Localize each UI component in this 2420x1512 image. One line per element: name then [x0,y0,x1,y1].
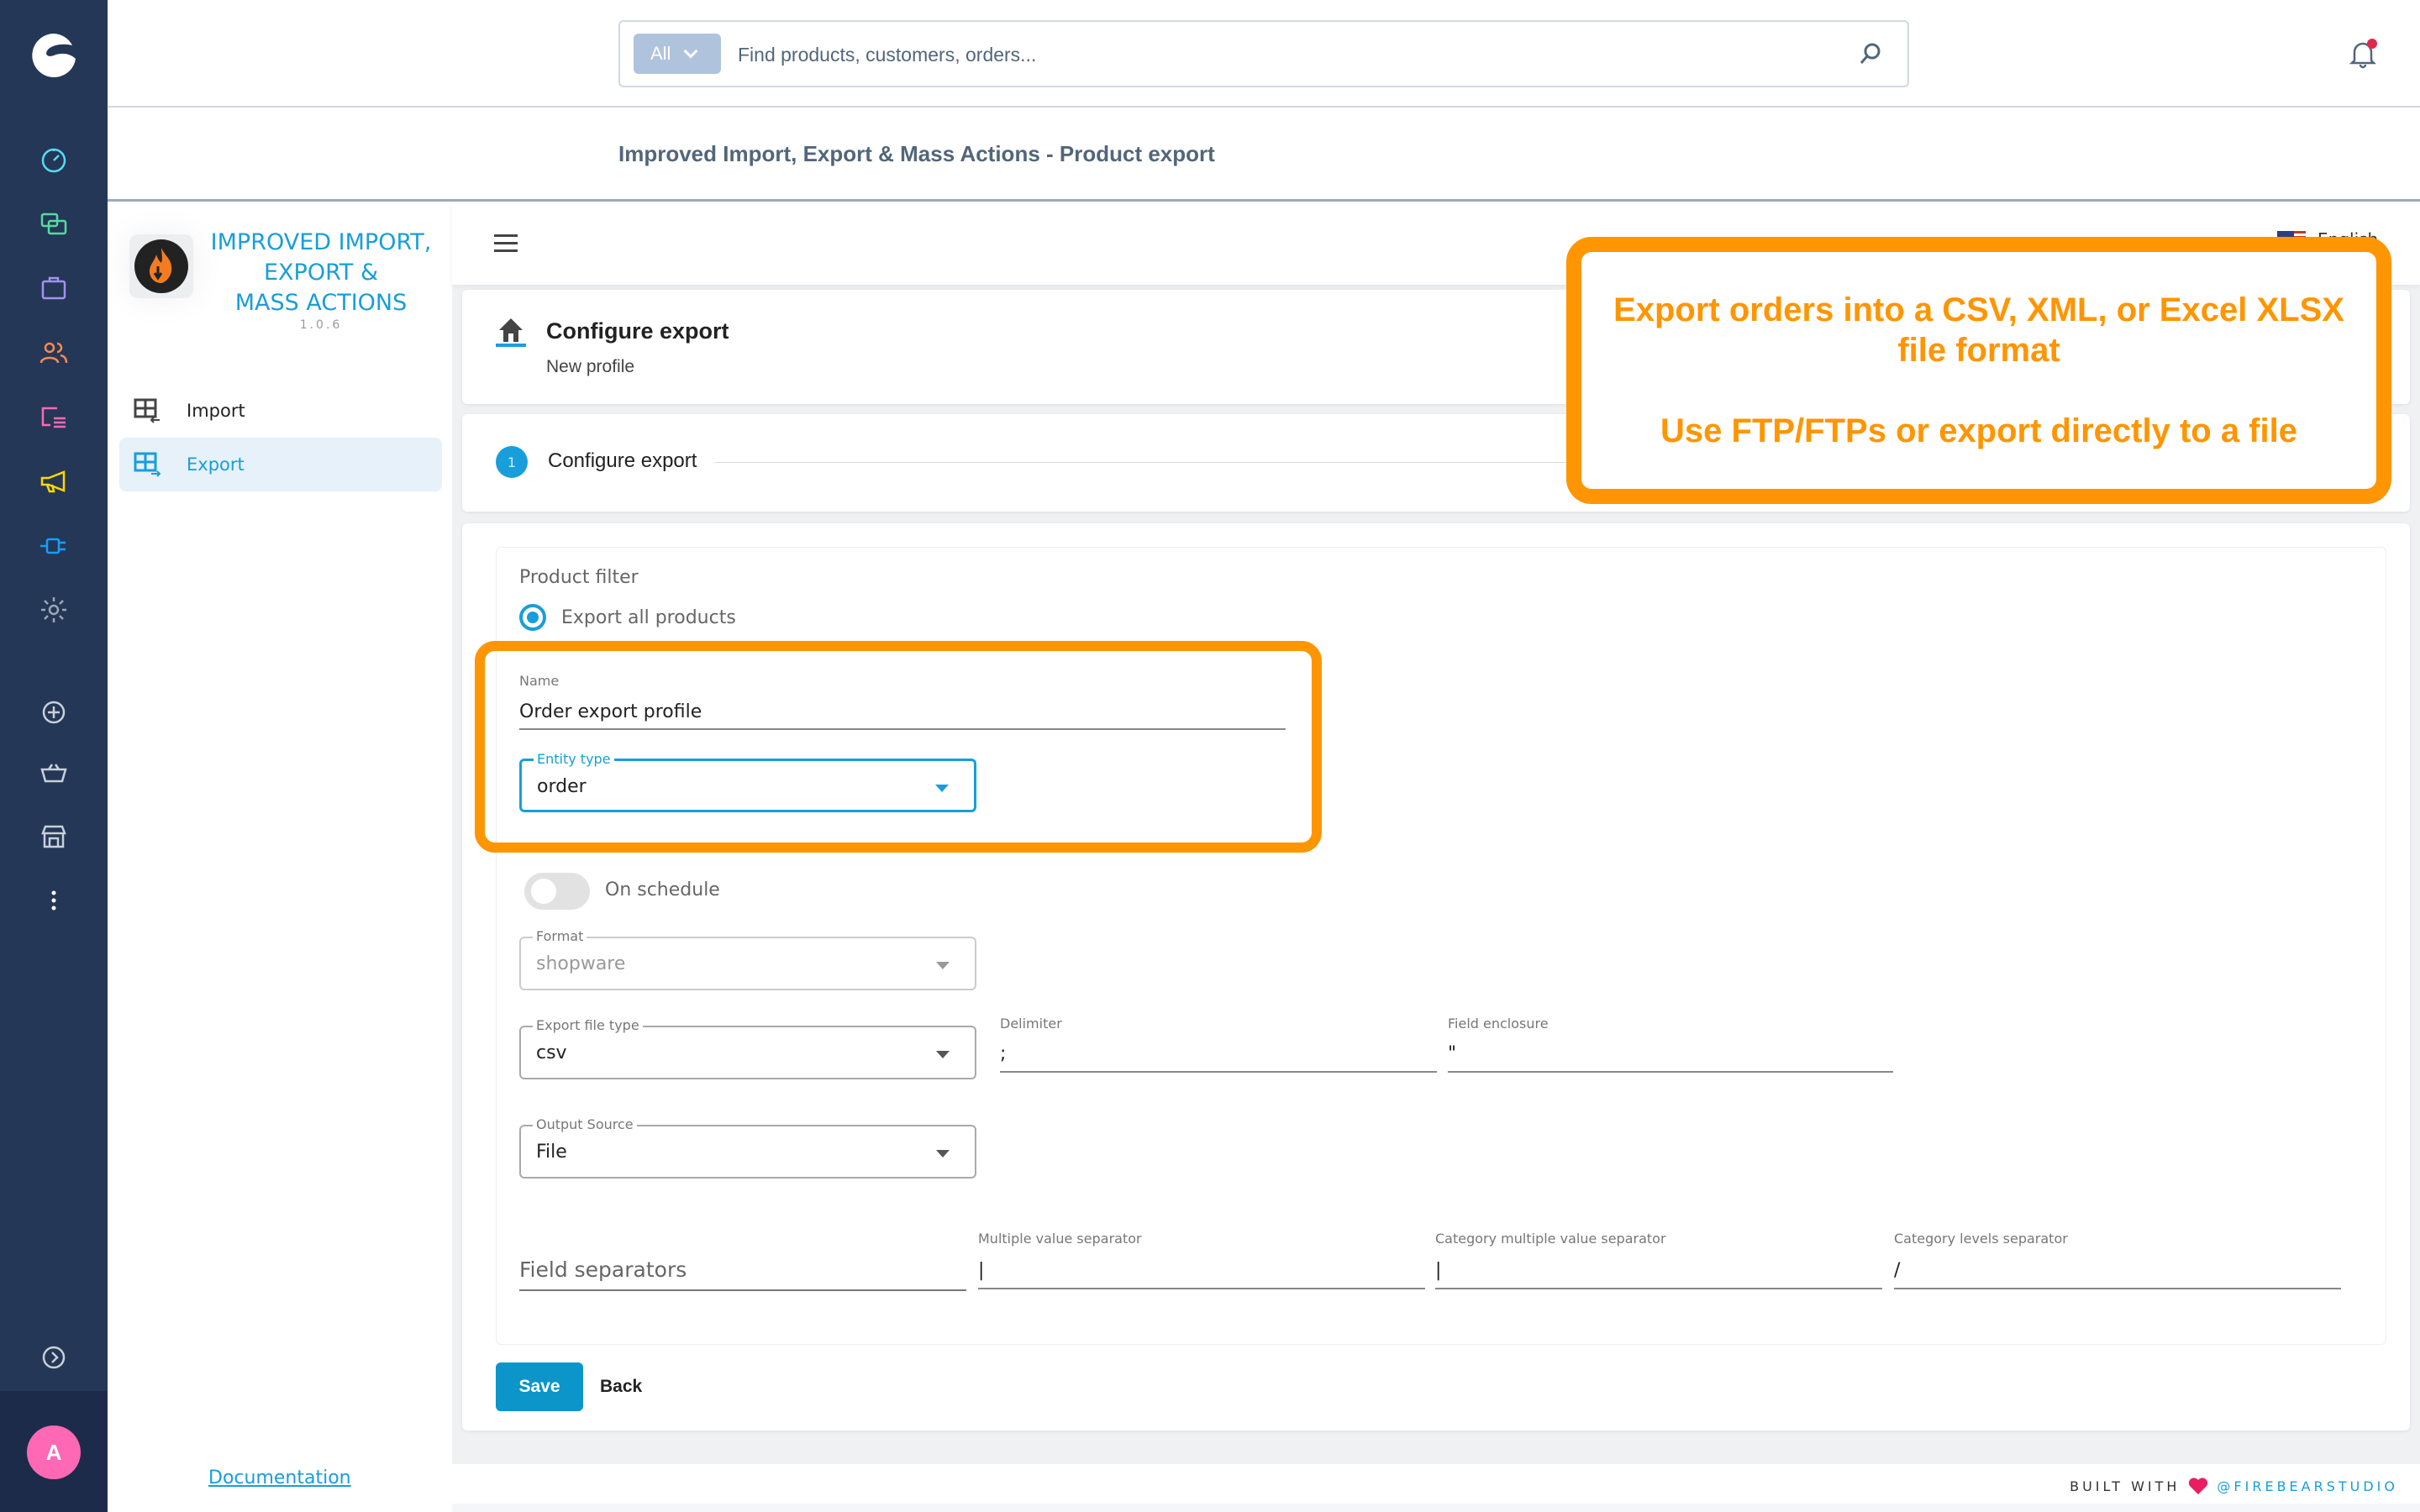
admin-sidebar: A [0,0,108,1512]
customers-icon[interactable] [34,333,74,373]
plugin-version: 1.0.6 [299,318,343,332]
step-number[interactable]: 1 [496,446,528,478]
back-button[interactable]: Back [600,1362,642,1411]
output-source-label: Output Source [533,1116,637,1132]
entity-type-value: order [537,776,587,797]
export-all-radio[interactable] [519,604,546,631]
more-icon[interactable] [34,880,74,921]
sidebar-item-import[interactable]: Import [119,384,442,438]
export-file-type-value: csv [536,1042,567,1063]
output-source-select[interactable]: Output Source File [519,1116,976,1179]
export-file-type-label: Export file type [533,1017,643,1033]
flame-icon [150,248,172,283]
search-input[interactable] [738,35,1813,74]
field-separators-underline [519,1289,966,1291]
catalogues-icon[interactable] [34,204,74,244]
search-scope-dropdown[interactable]: All [634,34,721,74]
output-source-value: File [536,1142,567,1163]
search-icon[interactable] [1857,40,1884,67]
card-subtitle: New profile [546,357,635,376]
page-title: Improved Import, Export & Mass Actions -… [618,141,1215,166]
callout-line-1: Export orders into a CSV, XML, or Excel … [1613,291,2344,369]
name-label: Name [519,673,560,689]
multiple-value-separator-input[interactable] [978,1252,1425,1289]
on-schedule-label: On schedule [605,879,720,900]
heart-icon [2189,1478,2208,1494]
category-levels-separator-input[interactable] [1894,1252,2341,1289]
on-schedule-toggle[interactable] [524,873,590,910]
plugin-logo [129,234,193,298]
sidebar-item-export[interactable]: Export [119,438,442,491]
multiple-value-separator-label: Multiple value separator [978,1231,1142,1247]
top-bar: All [108,0,2420,108]
delimiter-input[interactable] [1000,1036,1437,1073]
extensions-icon[interactable] [34,526,74,566]
export-file-type-select[interactable]: Export file type csv [519,1017,976,1079]
sidebar-item-label: Export [187,454,245,475]
shopware-logo-icon[interactable] [29,30,79,81]
documentation-link[interactable]: Documentation [208,1467,351,1488]
orders-icon[interactable] [34,268,74,308]
annotation-callout: Export orders into a CSV, XML, or Excel … [1566,237,2391,504]
callout-line-2: Use FTP/FTPs or export directly to a fil… [1660,412,2297,449]
category-multiple-value-separator-input[interactable] [1435,1252,1882,1289]
caret-down-icon [935,785,949,792]
category-levels-separator-label: Category levels separator [1894,1231,2068,1247]
plugin-name: IMPROVED IMPORT, EXPORT & MASS ACTIONS [210,229,432,316]
plugin-sidebar: IMPROVED IMPORT, EXPORT & MASS ACTIONS 1… [108,204,452,1512]
footer-credit: BUILT WITH @FIREBEARSTUDIO [2070,1477,2398,1495]
import-table-icon [134,398,160,423]
form-card: Product filter Export all products Name … [462,523,2410,1431]
field-enclosure-input[interactable] [1448,1036,1893,1073]
export-table-icon [134,452,161,477]
notification-bell-icon[interactable] [2346,37,2380,71]
built-with-label: BUILT WITH [2070,1478,2181,1494]
home-icon[interactable] [496,315,526,345]
menu-icon[interactable] [494,234,518,255]
delimiter-label: Delimiter [1000,1016,1062,1032]
format-select[interactable]: Format shopware [519,928,976,990]
storefront-icon[interactable] [34,816,74,857]
marketing-icon[interactable] [34,461,74,501]
format-value: shopware [536,953,626,974]
caret-down-icon [936,1150,950,1158]
firebear-studio-link[interactable]: @FIREBEARSTUDIO [2217,1478,2398,1494]
field-enclosure-label: Field enclosure [1448,1016,1549,1032]
content-icon[interactable] [34,396,74,437]
field-separators-label: Field separators [519,1257,687,1282]
sidebar-item-label: Import [187,401,245,421]
entity-type-select[interactable]: Entity type order [519,751,976,812]
name-input[interactable] [519,695,1286,730]
notification-dot [2367,39,2377,49]
entity-type-label: Entity type [534,751,614,767]
caret-down-icon [936,1051,950,1058]
card-title: Configure export [546,318,729,344]
step-label[interactable]: Configure export [548,449,697,473]
add-icon[interactable] [34,692,74,732]
search-scope-label: All [650,43,671,64]
format-label: Format [533,928,587,944]
category-multiple-value-separator-label: Category multiple value separator [1435,1231,1666,1247]
dashboard-icon[interactable] [34,139,74,180]
user-avatar[interactable]: A [27,1425,81,1479]
basket-icon[interactable] [34,753,74,793]
global-search: All [618,20,1909,87]
caret-down-icon [936,962,950,969]
page-title-bar: Improved Import, Export & Mass Actions -… [108,109,2420,202]
app-root: A All Improved Import, Export & Mass Act… [0,0,2420,1512]
save-button[interactable]: Save [496,1362,583,1411]
chevron-down-icon [683,44,698,59]
settings-icon[interactable] [34,590,74,630]
product-filter-label: Product filter [519,567,639,588]
expand-nav-icon[interactable] [34,1337,74,1378]
export-all-label: Export all products [561,607,736,628]
